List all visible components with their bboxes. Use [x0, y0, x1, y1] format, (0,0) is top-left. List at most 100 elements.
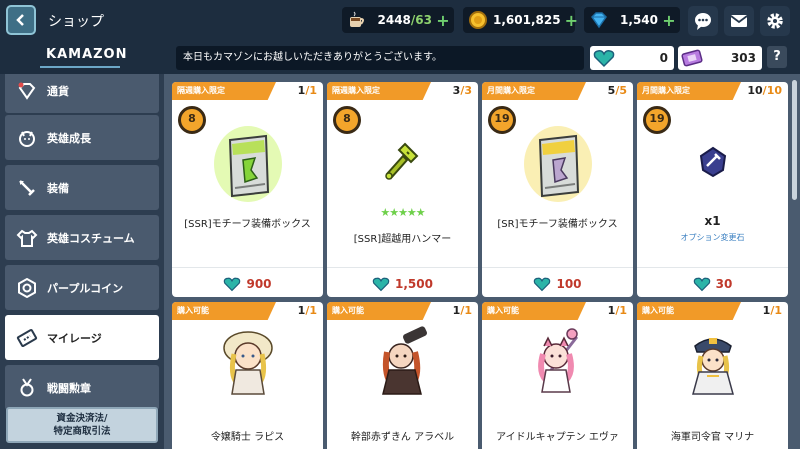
add-coffee-button[interactable]: +: [436, 11, 450, 30]
medal-icon: [15, 376, 39, 400]
hero-marina-portrait: [637, 324, 788, 400]
purchase-count: 5/5: [608, 84, 627, 97]
card-divider: [172, 267, 323, 268]
price-value: 30: [715, 277, 733, 291]
product-name: 幹部赤ずきん アラベル: [350, 432, 455, 443]
product-grid: 隔週購入限定 1/1 8 [SSR]モチーフ装備ボックス 900 隔週購入限定 …: [164, 74, 800, 449]
ticket-balance: 303: [678, 46, 762, 70]
sidebar-item-hero-growth[interactable]: 英雄成長: [5, 115, 159, 160]
grid-scrollbar[interactable]: [792, 80, 797, 200]
equipment-icon: [15, 176, 39, 200]
legal-line-2: 特定商取引法: [53, 426, 111, 437]
count-max: /10: [762, 84, 782, 97]
product-card[interactable]: 月間購入限定 5/5 19 [SR]モチーフ装備ボックス 100: [482, 82, 633, 297]
gold-coin-icon: [466, 8, 490, 32]
product-name: [SR]モチーフ装備ボックス: [497, 219, 618, 230]
price[interactable]: 100: [482, 275, 633, 293]
logo-underline: [40, 66, 120, 68]
sidebar-item-equipment[interactable]: 装備: [5, 165, 159, 210]
mileage-heart-icon: [593, 50, 615, 68]
legal-info-button[interactable]: 資金決済法/ 特定商取引法: [6, 407, 158, 443]
count-max: /3: [460, 84, 472, 97]
purchase-limit-ribbon: 購入可能: [637, 302, 741, 320]
product-card[interactable]: 隔週購入限定 1/1 8 [SSR]モチーフ装備ボックス 900: [172, 82, 323, 297]
mail-icon: [730, 15, 748, 27]
hero-eva-portrait: [482, 324, 633, 400]
product-card[interactable]: 隔週購入限定 3/3 8 ★★★★★ [SSR]超越用ハンマー 1,500: [327, 82, 478, 297]
chat-button[interactable]: [688, 6, 718, 36]
rarity-stars: ★★★★★: [380, 206, 425, 219]
gem-currency-icon: [15, 79, 39, 103]
hero-arabelle-portrait: [327, 324, 478, 400]
option-change-stone-icon: [637, 146, 788, 178]
top-bar: ショップ 2448/63 + 1,601,825 + 1,540 +: [0, 0, 800, 42]
coffee-resource[interactable]: 2448/63 +: [342, 7, 454, 33]
gold-resource[interactable]: 1,601,825 +: [463, 7, 578, 33]
purple-ticket-icon: [681, 49, 703, 67]
days-remaining-badge: 8: [333, 104, 361, 136]
days-remaining-badge: 19: [643, 104, 671, 136]
purchase-limit-ribbon: 購入可能: [482, 302, 586, 320]
purchase-count: 1/1: [298, 84, 317, 97]
product-name: 令嬢騎士 ラピス: [210, 432, 285, 443]
sidebar-item-label: 装備: [47, 181, 69, 195]
product-card[interactable]: 購入可能 1/1 令嬢騎士 ラピス: [172, 302, 323, 449]
product-card[interactable]: 購入可能 1/1 アイドルキャプテン エヴァ: [482, 302, 633, 449]
shop-logo: KAMAZON: [46, 47, 128, 62]
notice-banner: 本日もカマゾンにお越しいただきありがとうございます。: [176, 46, 584, 70]
diamond-gem-icon: [587, 8, 611, 32]
coffee-cup-icon: [345, 8, 369, 32]
sidebar-item-currency[interactable]: 通貨: [5, 74, 159, 113]
purchase-limit-ribbon: 購入可能: [327, 302, 431, 320]
equipment-box-green-icon: [172, 122, 323, 204]
card-divider: [482, 267, 633, 268]
mileage-heart-icon: [534, 277, 551, 292]
sidebar-item-label: 英雄成長: [47, 131, 91, 145]
mileage-ticket-icon: [15, 326, 39, 350]
price-value: 1,500: [395, 277, 433, 291]
sidebar-item-purple-coin[interactable]: パープルコイン: [5, 265, 159, 310]
price-value: 100: [556, 277, 582, 291]
back-button[interactable]: [6, 5, 36, 35]
purchase-count: 1/1: [453, 304, 472, 317]
count-current: 10: [747, 84, 763, 97]
product-subtitle: オプション変更石: [680, 233, 745, 242]
help-button[interactable]: ?: [767, 46, 787, 68]
add-gem-button[interactable]: +: [662, 11, 676, 30]
count-max: /1: [305, 304, 317, 317]
purchase-limit-ribbon: 隔週購入限定: [172, 82, 276, 100]
gem-resource[interactable]: 1,540 +: [584, 7, 680, 33]
settings-button[interactable]: [760, 6, 790, 36]
price[interactable]: 1,500: [327, 275, 478, 293]
mileage-balance: 0: [590, 46, 674, 70]
product-quantity: x1: [704, 214, 721, 228]
sidebar-item-medal[interactable]: 戦闘勲章: [5, 365, 159, 410]
product-name: アイドルキャプテン エヴァ: [496, 432, 619, 443]
purchase-count: 1/1: [763, 304, 782, 317]
card-divider: [327, 267, 478, 268]
sidebar-item-label: パープルコイン: [47, 281, 124, 295]
price[interactable]: 30: [637, 275, 788, 293]
sidebar-item-costume[interactable]: 英雄コスチューム: [5, 215, 159, 260]
purchase-limit-ribbon: 購入可能: [172, 302, 276, 320]
mileage-heart-icon: [224, 277, 241, 292]
purchase-count: 10/10: [747, 84, 782, 97]
days-remaining-value: 19: [649, 112, 665, 125]
mail-button[interactable]: [724, 6, 754, 36]
count-max: /1: [770, 304, 782, 317]
equipment-box-gold-icon: [482, 122, 633, 204]
hero-growth-icon: [15, 126, 39, 150]
costume-icon: [15, 226, 39, 250]
count-max: /1: [305, 84, 317, 97]
purchase-count: 3/3: [453, 84, 472, 97]
sidebar-item-mileage[interactable]: マイレージ: [5, 315, 159, 360]
product-card[interactable]: 購入可能 1/1 海軍司令官 マリナ: [637, 302, 788, 449]
gem-value: 1,540: [620, 13, 658, 27]
count-max: /1: [615, 304, 627, 317]
product-card[interactable]: 月間購入限定 10/10 19 x1 オプション変更石 30: [637, 82, 788, 297]
ticket-value: 303: [730, 51, 756, 65]
price[interactable]: 900: [172, 275, 323, 293]
purchase-limit-ribbon: 隔週購入限定: [327, 82, 431, 100]
product-card[interactable]: 購入可能 1/1 幹部赤ずきん アラベル: [327, 302, 478, 449]
add-gold-button[interactable]: +: [565, 11, 578, 30]
